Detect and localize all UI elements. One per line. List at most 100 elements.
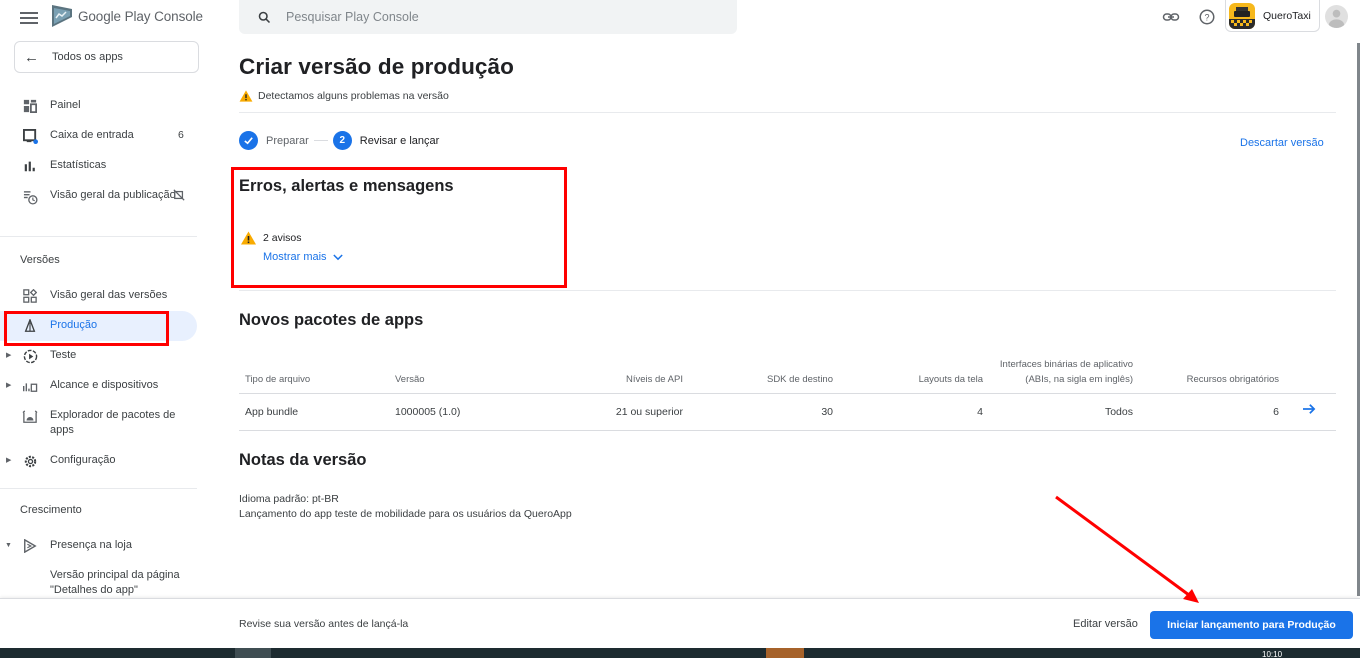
column-header-file-type: Tipo de arquivo [245, 374, 311, 385]
link-icon [1162, 13, 1180, 21]
sidebar-item-settings[interactable]: ▶ Configuração [0, 452, 197, 470]
help-icon: ? [1199, 9, 1215, 25]
cell-version: 1000005 (1.0) [395, 406, 461, 418]
expand-caret-icon[interactable]: ▶ [6, 457, 12, 465]
sidebar-item-label: Teste [50, 349, 77, 361]
expand-caret-icon[interactable]: ▶ [6, 352, 12, 360]
step-done-icon [239, 131, 258, 150]
edit-release-button[interactable]: Editar versão [1073, 618, 1138, 630]
sidebar-item-label: Configuração [50, 454, 116, 466]
column-header-target-sdk: SDK de destino [766, 374, 833, 385]
table-row[interactable]: App bundle 1000005 (1.0) 21 ou superior … [239, 394, 1336, 431]
logo-text: Google Play Console [78, 9, 203, 24]
sidebar-item-label: Visão geral das versões [50, 289, 168, 301]
sidebar-item-reach-devices[interactable]: ▶ Alcance e dispositivos [0, 377, 197, 395]
logo-text-sub: Console [154, 8, 203, 24]
release-notes: Idioma padrão: pt-BR Lançamento do app t… [239, 492, 572, 522]
sidebar-item-inbox[interactable]: Caixa de entrada 6 [0, 127, 197, 145]
section-divider [239, 290, 1336, 291]
sidebar-item-label: Alcance e dispositivos [50, 379, 159, 391]
menu-icon-bar [20, 17, 38, 19]
sidebar-item-releases-overview[interactable]: Visão geral das versões [0, 287, 197, 305]
all-apps-button[interactable]: ← Todos os apps [14, 41, 199, 73]
step-number: 2 [332, 131, 352, 150]
sidebar-item-label: Caixa de entrada [50, 129, 134, 141]
sidebar-item-main-store-listing[interactable]: Versão principal da página "Detalhes do … [0, 567, 197, 599]
managed-publishing-off-icon [173, 189, 185, 204]
page-title: Criar versão de produção [239, 54, 514, 79]
cell-api-levels: 21 ou superior [615, 406, 683, 418]
logo-text-main: Google Play [78, 8, 151, 24]
dashboard-icon [21, 97, 39, 115]
expand-caret-icon[interactable]: ▶ [6, 382, 12, 390]
taskbar-app[interactable] [235, 648, 271, 658]
column-header-version: Versão [395, 374, 425, 385]
release-notes-language: Idioma padrão: pt-BR [239, 493, 339, 505]
app-name: QueroTaxi [1263, 9, 1311, 22]
column-header-required-features: Recursos obrigatórios [1186, 374, 1279, 385]
start-production-rollout-button[interactable]: Iniciar lançamento para Produção [1150, 611, 1353, 639]
help-button[interactable]: ? [1197, 7, 1217, 27]
table-header: Tipo de arquivo Versão Níveis de API SDK… [239, 357, 1336, 394]
svg-text:?: ? [1204, 12, 1209, 22]
version-problems-banner: Detectamos alguns problemas na versão [239, 90, 449, 102]
main-menu-button[interactable] [20, 9, 38, 25]
app-icon [1229, 2, 1255, 29]
column-header-screen-layouts: Layouts da tela [918, 374, 983, 385]
sidebar-item-bundle-explorer[interactable]: Explorador de pacotes de apps [0, 407, 197, 441]
sidebar-item-testing[interactable]: ▶ Teste [0, 347, 197, 365]
app-switcher[interactable]: QueroTaxi [1225, 0, 1320, 32]
collapse-caret-icon[interactable]: ▼ [5, 542, 12, 550]
bar-chart-icon [21, 157, 39, 175]
menu-icon-bar [20, 12, 38, 14]
testing-icon [21, 347, 39, 365]
review-footer-bar: Revise sua versão antes de lançá-la Edit… [0, 598, 1360, 648]
bundles-section-title: Novos pacotes de apps [239, 311, 424, 329]
column-header-api-levels: Níveis de API [625, 374, 683, 385]
annotation-highlight-errors [231, 167, 567, 288]
account-avatar-icon [1328, 9, 1345, 28]
sidebar-item-label: Visão geral da publicação [50, 189, 176, 201]
reach-devices-icon [21, 377, 39, 395]
version-problems-text: Detectamos alguns problemas na versão [258, 90, 449, 102]
sidebar-divider [0, 488, 197, 489]
search-icon [258, 11, 271, 23]
cell-file-type: App bundle [245, 406, 299, 418]
search-bar[interactable] [239, 0, 737, 34]
footer-message: Revise sua versão antes de lançá-la [239, 618, 409, 630]
warning-icon [239, 90, 253, 102]
annotation-arrow [1055, 495, 1199, 603]
column-header-abis-sub: (ABIs, na sigla em inglês) [1025, 374, 1133, 385]
google-play-console-logo[interactable]: Google Play Console [50, 4, 203, 28]
search-input[interactable] [286, 10, 686, 24]
menu-icon-bar [20, 22, 38, 24]
title-divider [239, 112, 1336, 113]
cell-abis: Todos [1104, 406, 1133, 418]
sidebar-item-statistics[interactable]: Estatísticas [0, 157, 197, 175]
sidebar-item-label: Presença na loja [50, 539, 132, 551]
release-stepper: Preparar 2 Revisar e lançar [239, 131, 439, 150]
step-connector [313, 140, 328, 141]
release-notes-title: Notas da versão [239, 451, 367, 469]
sidebar-item-store-presence[interactable]: ▼ Presença na loja [0, 537, 197, 555]
sidebar-section-growth: Crescimento [20, 504, 82, 516]
step-prepare[interactable]: Preparar [266, 135, 309, 147]
link-button[interactable] [1161, 7, 1181, 27]
taskbar-app[interactable] [766, 648, 804, 658]
release-notes-text: Lançamento do app teste de mobilidade pa… [239, 508, 572, 520]
column-header-abis: Interfaces binárias de aplicativo [999, 359, 1133, 370]
sidebar-item-publishing-overview[interactable]: Visão geral da publicação [0, 187, 197, 221]
row-details-arrow-icon[interactable] [1302, 403, 1316, 418]
cell-screen-layouts: 4 [977, 406, 983, 418]
publishing-overview-icon [21, 188, 39, 206]
discard-release-link[interactable]: Descartar versão [1240, 137, 1324, 149]
play-console-logo-icon [52, 5, 72, 27]
os-taskbar: 10:10 [0, 648, 1360, 658]
sidebar-item-dashboard[interactable]: Painel [0, 97, 197, 115]
taskbar-clock: 10:10 [1262, 650, 1283, 658]
account-avatar[interactable] [1325, 5, 1348, 28]
sidebar-item-label: Explorador de pacotes de apps [50, 409, 176, 436]
sidebar-item-label: Versão principal da página "Detalhes do … [50, 569, 180, 596]
releases-overview-icon [21, 287, 39, 305]
arrow-back-icon: ← [24, 48, 39, 66]
